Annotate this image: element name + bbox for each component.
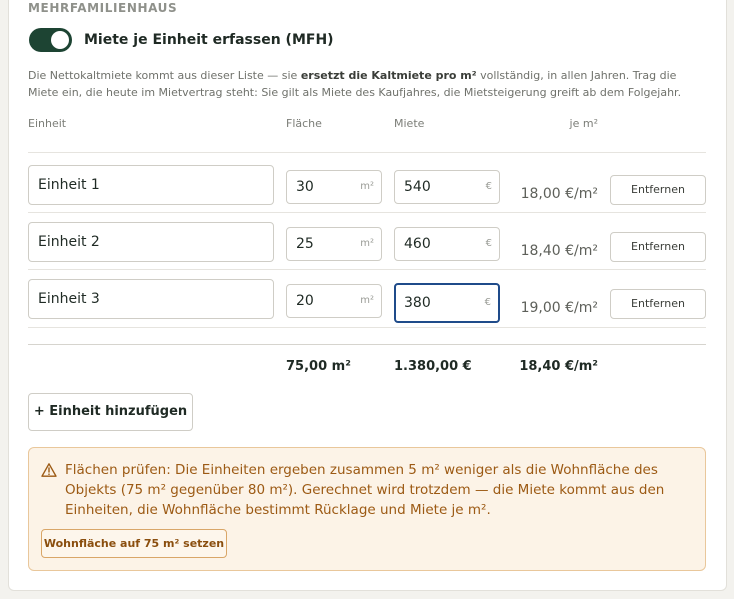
column-header-area: Fläche [286, 117, 322, 130]
rent-input[interactable]: 460 € [394, 227, 500, 261]
set-living-area-button[interactable]: Wohnfläche auf 75 m² setzen [41, 529, 227, 558]
add-unit-button[interactable]: + Einheit hinzufügen [28, 393, 193, 431]
toggle-label: Miete je Einheit erfassen (MFH) [84, 32, 334, 48]
per-m2-value: 19,00 €/m² [520, 300, 598, 316]
row-divider [28, 269, 706, 270]
row-divider [28, 327, 706, 328]
area-input[interactable]: 20 m² [286, 284, 382, 318]
description-text: Die Nettokaltmiete kommt aus dieser List… [28, 69, 301, 82]
divider [28, 152, 706, 153]
per-m2-value: 18,00 €/m² [520, 186, 598, 202]
total-area: 75,00 m² [286, 359, 351, 374]
remove-button[interactable]: Entfernen [610, 232, 706, 262]
remove-button[interactable]: Entfernen [610, 175, 706, 205]
total-per-m2: 18,40 €/m² [519, 359, 598, 374]
remove-button[interactable]: Entfernen [610, 289, 706, 319]
unit-name-input[interactable]: Einheit 3 [28, 279, 274, 319]
rent-unit: € [485, 181, 492, 192]
column-header-unit: Einheit [28, 117, 67, 130]
area-value: 20 [296, 293, 314, 309]
area-value: 30 [296, 179, 314, 195]
area-unit: m² [360, 238, 374, 249]
rent-value: 380 [404, 295, 431, 311]
per-m2-value: 18,40 €/m² [520, 243, 598, 259]
area-value: 25 [296, 236, 314, 252]
area-input[interactable]: 30 m² [286, 170, 382, 204]
rent-input[interactable]: 380 € [394, 283, 500, 323]
section-title: MEHRFAMILIENHAUS [28, 1, 178, 15]
toggle-knob [51, 31, 69, 49]
rent-value: 460 [404, 236, 431, 252]
rent-unit: € [485, 238, 492, 249]
totals-divider [28, 344, 706, 345]
rent-input[interactable]: 540 € [394, 170, 500, 204]
area-unit: m² [360, 181, 374, 192]
column-header-per-m2: je m² [569, 117, 598, 130]
unit-name-input[interactable]: Einheit 2 [28, 222, 274, 262]
warning-triangle-icon [41, 463, 57, 477]
column-header-rent: Miete [394, 117, 425, 130]
row-divider [28, 212, 706, 213]
area-unit: m² [360, 295, 374, 306]
area-input[interactable]: 25 m² [286, 227, 382, 261]
description-emphasis: ersetzt die Kaltmiete pro m² [300, 69, 477, 82]
rent-unit: € [484, 297, 491, 308]
total-rent: 1.380,00 € [394, 359, 472, 374]
description: Die Nettokaltmiete kommt aus dieser List… [28, 67, 710, 101]
rent-value: 540 [404, 179, 431, 195]
warning-text: Flächen prüfen: Die Einheiten ergeben zu… [65, 462, 665, 518]
unit-name-input[interactable]: Einheit 1 [28, 165, 274, 205]
mfh-toggle[interactable] [29, 28, 72, 52]
